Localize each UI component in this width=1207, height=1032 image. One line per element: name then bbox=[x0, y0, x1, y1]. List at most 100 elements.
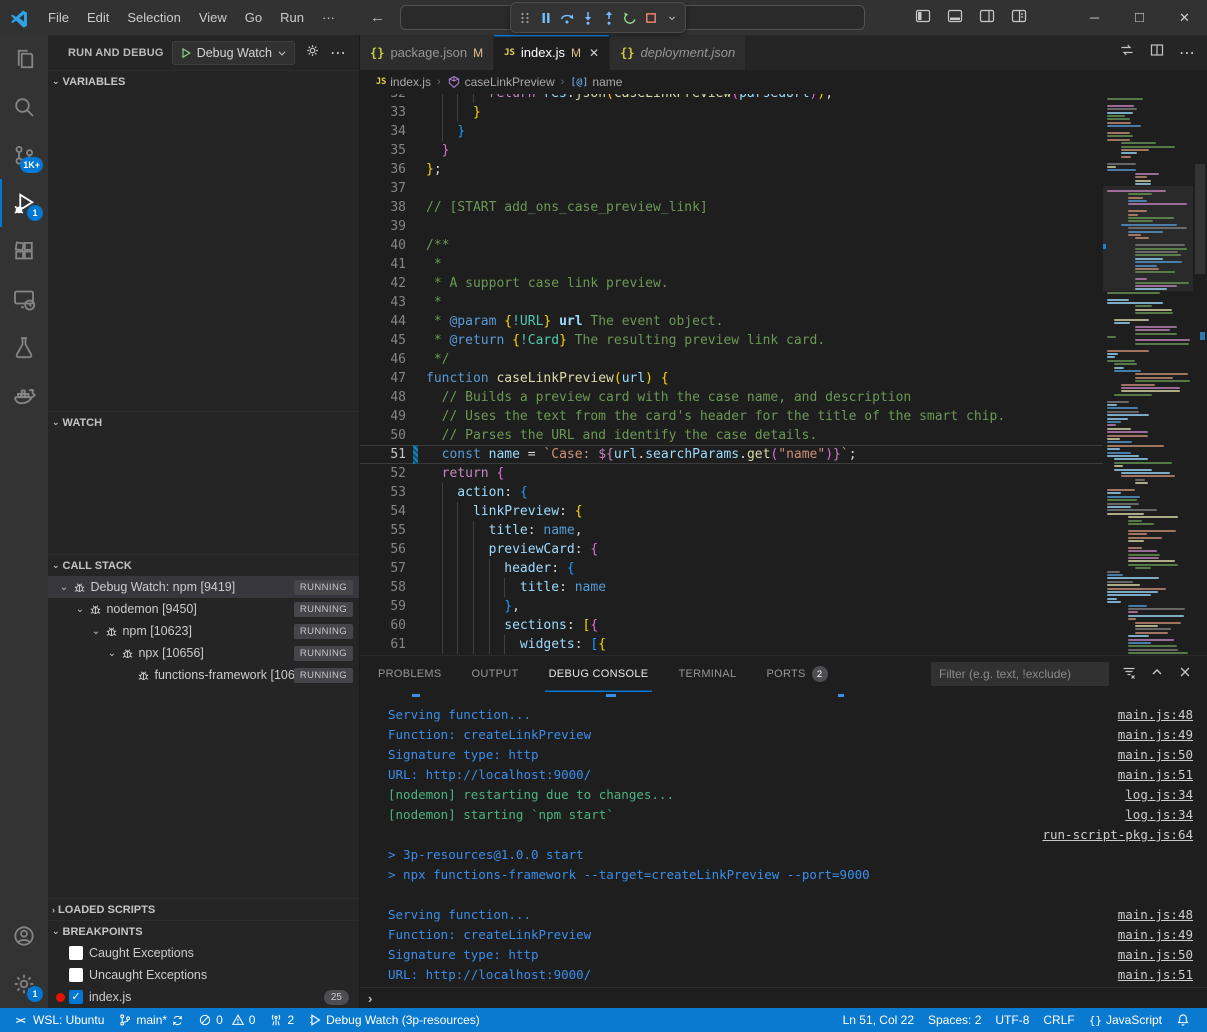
layout-panel-icon[interactable] bbox=[947, 8, 963, 27]
panel-tab-ports[interactable]: PORTS2 bbox=[762, 657, 831, 692]
code-line-40[interactable]: 40/** bbox=[360, 236, 1103, 255]
code-editor[interactable]: 32 return res.json(caseLinkPreview(parse… bbox=[360, 94, 1207, 655]
panel-tab-output[interactable]: OUTPUT bbox=[468, 657, 523, 692]
layout-customize-icon[interactable] bbox=[1011, 8, 1027, 27]
tab-package.json[interactable]: {}package.jsonM bbox=[360, 35, 494, 70]
source-link[interactable]: main.js:48 bbox=[1118, 905, 1193, 925]
clear-console-icon[interactable] bbox=[1121, 664, 1137, 685]
status-branch[interactable]: main* bbox=[111, 1008, 191, 1032]
minimize-button[interactable]: ─ bbox=[1072, 0, 1117, 35]
menu-item-go[interactable]: Go bbox=[236, 0, 271, 35]
layout-sidebar-icon[interactable] bbox=[915, 8, 931, 27]
code-line-44[interactable]: 44 * @param {!URL} url The event object. bbox=[360, 312, 1103, 331]
activity-settings-icon[interactable]: 1 bbox=[0, 960, 48, 1008]
source-link[interactable]: log.js:34 bbox=[1125, 805, 1193, 825]
code-line-50[interactable]: 50 // Parses the URL and identify the ca… bbox=[360, 426, 1103, 445]
code-line-60[interactable]: 60 sections: [{ bbox=[360, 616, 1103, 635]
code-line-37[interactable]: 37 bbox=[360, 179, 1103, 198]
status-debug-play[interactable]: Debug Watch (3p-resources) bbox=[301, 1008, 487, 1032]
source-link[interactable]: main.js:51 bbox=[1118, 765, 1193, 785]
step-into-icon[interactable] bbox=[578, 6, 597, 30]
status-error[interactable]: 00 bbox=[191, 1008, 262, 1032]
call-stack-session[interactable]: ⌄ npm [10623] RUNNING bbox=[48, 620, 359, 642]
code-line-53[interactable]: 53 action: { bbox=[360, 483, 1103, 502]
panel-tab-debug-console[interactable]: DEBUG CONSOLE bbox=[545, 657, 653, 692]
code-line-49[interactable]: 49 // Uses the text from the card's head… bbox=[360, 407, 1103, 426]
call-stack-session[interactable]: ⌄ Debug Watch: npm [9419] RUNNING bbox=[48, 576, 359, 598]
chevron-down-icon[interactable]: ⌄ bbox=[56, 582, 72, 593]
editor-scrollbar[interactable] bbox=[1193, 94, 1207, 655]
console-filter-input[interactable] bbox=[931, 662, 1109, 686]
activity-source-control-icon[interactable]: 1K+ bbox=[0, 131, 48, 179]
activity-account-icon[interactable] bbox=[0, 912, 48, 960]
call-stack-session[interactable]: ⌄ nodemon [9450] RUNNING bbox=[48, 598, 359, 620]
activity-remote-explorer-icon[interactable] bbox=[0, 275, 48, 323]
code-line-59[interactable]: 59 }, bbox=[360, 597, 1103, 616]
menu-item-edit[interactable]: Edit bbox=[78, 0, 118, 35]
start-debug-icon[interactable] bbox=[180, 47, 192, 59]
activity-run-and-debug-icon[interactable]: 1 bbox=[0, 179, 48, 227]
close-button[interactable]: ✕ bbox=[1162, 0, 1207, 35]
status-bell[interactable] bbox=[1169, 1008, 1197, 1032]
debug-console-input[interactable]: › bbox=[360, 987, 1207, 1008]
panel-tab-terminal[interactable]: TERMINAL bbox=[674, 657, 740, 692]
code-line-45[interactable]: 45 * @return {!Card} The resulting previ… bbox=[360, 331, 1103, 350]
tab-deployment.json[interactable]: {}deployment.json bbox=[610, 35, 746, 70]
code-line-33[interactable]: 33 } bbox=[360, 103, 1103, 122]
debug-console-output[interactable]: Serving function...main.js:48Function: c… bbox=[360, 692, 1207, 987]
menu-item-view[interactable]: View bbox=[190, 0, 236, 35]
breakpoint-row[interactable]: Uncaught Exceptions bbox=[48, 964, 359, 986]
code-line-51[interactable]: 51 const name = `Case: ${url.searchParam… bbox=[360, 445, 1103, 464]
close-tab-icon[interactable]: ✕ bbox=[589, 46, 599, 60]
menu-item-run[interactable]: Run bbox=[271, 0, 313, 35]
code-line-34[interactable]: 34 } bbox=[360, 122, 1103, 141]
back-arrow-icon[interactable]: ← bbox=[370, 9, 385, 26]
source-link[interactable]: main.js:49 bbox=[1118, 925, 1193, 945]
code-line-38[interactable]: 38// [START add_ons_case_preview_link] bbox=[360, 198, 1103, 217]
scrollbar-slider[interactable] bbox=[1195, 164, 1205, 274]
activity-docker-icon[interactable] bbox=[0, 371, 48, 419]
call-stack-session[interactable]: ⌄ npx [10656] RUNNING bbox=[48, 642, 359, 664]
step-over-icon[interactable] bbox=[557, 6, 576, 30]
menu-item-selection[interactable]: Selection bbox=[118, 0, 189, 35]
section-breakpoints[interactable]: ⌄ BREAKPOINTS bbox=[48, 920, 359, 942]
source-link[interactable]: main.js:51 bbox=[1118, 965, 1193, 985]
step-out-icon[interactable] bbox=[599, 6, 618, 30]
breadcrumb-item[interactable]: caseLinkPreview bbox=[447, 75, 555, 89]
breakpoint-checkbox[interactable] bbox=[69, 968, 83, 982]
code-line-41[interactable]: 41 * bbox=[360, 255, 1103, 274]
breakpoint-row[interactable]: Caught Exceptions bbox=[48, 942, 359, 964]
code-line-46[interactable]: 46 */ bbox=[360, 350, 1103, 369]
restart-icon[interactable] bbox=[620, 6, 639, 30]
maximize-panel-icon[interactable] bbox=[1149, 664, 1165, 685]
status-radio-tower[interactable]: 2 bbox=[262, 1008, 301, 1032]
breadcrumb-item[interactable]: [@]name bbox=[570, 75, 622, 89]
section-watch[interactable]: ⌄ WATCH bbox=[48, 411, 359, 433]
code-line-36[interactable]: 36}; bbox=[360, 160, 1103, 179]
source-link[interactable]: main.js:50 bbox=[1118, 745, 1193, 765]
minimap[interactable] bbox=[1103, 94, 1193, 655]
call-stack-session[interactable]: functions-framework [106... RUNNING bbox=[48, 664, 359, 686]
close-panel-icon[interactable] bbox=[1177, 664, 1193, 685]
open-changes-icon[interactable] bbox=[1119, 42, 1135, 63]
code-line-58[interactable]: 58 title: name bbox=[360, 578, 1103, 597]
code-line-55[interactable]: 55 title: name, bbox=[360, 521, 1103, 540]
status-braces[interactable]: {}JavaScript bbox=[1082, 1008, 1169, 1032]
panel-tab-problems[interactable]: PROBLEMS bbox=[374, 657, 446, 692]
debug-settings-gear-icon[interactable] bbox=[305, 43, 320, 63]
menu-item-moremoremore[interactable]: ··· bbox=[313, 0, 344, 35]
chevron-down-icon[interactable]: ⌄ bbox=[88, 626, 104, 637]
maximize-button[interactable]: □ bbox=[1117, 0, 1162, 35]
status-utf8[interactable]: UTF-8 bbox=[988, 1008, 1036, 1032]
layout-secondary-sidebar-icon[interactable] bbox=[979, 8, 995, 27]
code-line-43[interactable]: 43 * bbox=[360, 293, 1103, 312]
chevron-down-icon[interactable]: ⌄ bbox=[104, 648, 120, 659]
code-line-61[interactable]: 61 widgets: [{ bbox=[360, 635, 1103, 654]
chevron-down-icon[interactable] bbox=[662, 6, 681, 30]
views-more-actions-icon[interactable]: ⋯ bbox=[330, 43, 346, 63]
source-link[interactable]: log.js:34 bbox=[1125, 785, 1193, 805]
activity-search-icon[interactable] bbox=[0, 83, 48, 131]
code-line-54[interactable]: 54 linkPreview: { bbox=[360, 502, 1103, 521]
code-line-39[interactable]: 39 bbox=[360, 217, 1103, 236]
code-line-35[interactable]: 35 } bbox=[360, 141, 1103, 160]
